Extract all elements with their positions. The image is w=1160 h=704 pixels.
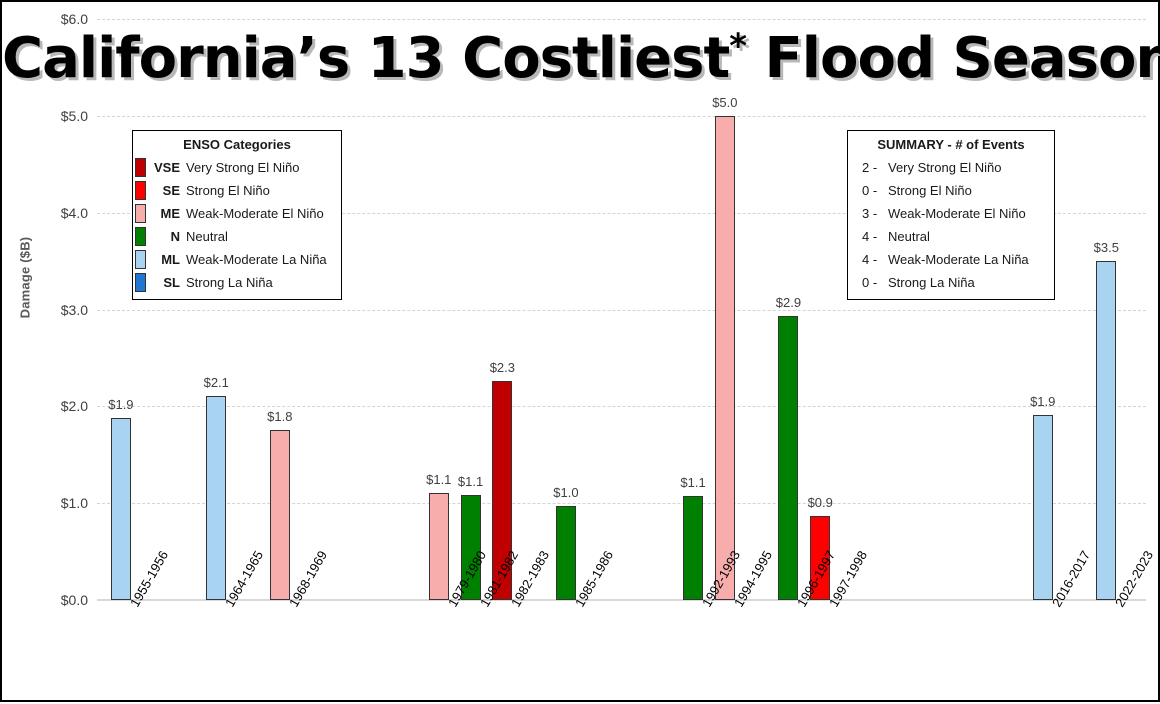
bar-value-label: $2.9 xyxy=(775,295,802,311)
summary-item: 3 - Weak-Moderate El Niño xyxy=(848,202,1054,225)
bar-value-label: $0.9 xyxy=(807,494,833,510)
legend-item-label: Very Strong El Niño xyxy=(186,160,300,175)
legend-color-swatch xyxy=(135,158,146,177)
summary-item-count: 4 - xyxy=(862,229,878,244)
legend-title: ENSO Categories xyxy=(183,137,291,152)
page-title: California’s 13 Costliest* Flood Seasons xyxy=(2,26,1160,91)
legend-color-swatch xyxy=(135,204,146,223)
bar-value-label: $1.0 xyxy=(553,485,579,501)
summary-item-count: 3 - xyxy=(862,206,878,221)
summary-item: 2 - Very Strong El Niño xyxy=(848,156,1054,179)
legend-color-swatch xyxy=(135,250,146,269)
legend-item: VSE Very Strong El Niño xyxy=(133,156,341,179)
legend-item-code: VSE xyxy=(153,160,180,175)
bar[interactable] xyxy=(683,496,704,600)
bar[interactable] xyxy=(1032,415,1053,600)
legend-item: ME Weak-Moderate El Niño xyxy=(133,202,341,225)
axis-baseline xyxy=(97,599,1146,601)
summary-rows: 2 - Very Strong El Niño 0 - Strong El Niño 3… xyxy=(848,156,1054,294)
summary-item-label: Neutral xyxy=(888,229,930,244)
bar[interactable] xyxy=(714,115,735,600)
title-main: California’s 13 Costliest xyxy=(2,26,730,91)
bar[interactable] xyxy=(778,316,799,600)
legend-item-code: ME xyxy=(160,206,181,221)
gridline xyxy=(97,503,1146,505)
y-tick-label: $0.0 xyxy=(60,592,88,608)
bar-value-label: $1.9 xyxy=(108,396,134,412)
chart-frame: California’s 13 Costliest* Flood Seasons… xyxy=(0,0,1160,702)
legend-item-label: Neutral xyxy=(186,229,228,244)
bar[interactable] xyxy=(555,506,576,600)
summary-item: 0 - Strong La Niña xyxy=(848,271,1054,294)
legend-item-code: ML xyxy=(161,252,180,267)
title-tail: Flood Seasons xyxy=(764,26,1160,91)
summary-item-label: Weak-Moderate La Niña xyxy=(888,252,1029,267)
bar-value-label: $1.8 xyxy=(267,408,293,424)
y-tick-label: $5.0 xyxy=(60,107,88,124)
y-axis-ticks: $0.0 $1.0 $2.0 $3.0 $4.0 $5.0 $6.0 xyxy=(32,2,88,704)
bar[interactable] xyxy=(428,492,449,600)
bar-value-label: $2.1 xyxy=(203,374,229,390)
legend-item-code: N xyxy=(170,229,180,244)
plot-area: $1.9 $2.1 $1.8 $1.1 $1.1 $2.3 $1.0 $1.1 $5.0 $2.9… xyxy=(97,19,1146,601)
legend-item-label: Strong La Niña xyxy=(186,275,273,290)
bar-value-label: $1.1 xyxy=(680,475,706,491)
bar-value-label: $1.1 xyxy=(426,471,452,487)
summary-item: 4 - Neutral xyxy=(848,225,1054,248)
bar-value-label: $3.5 xyxy=(1093,240,1119,256)
y-axis-title: Damage ($B) xyxy=(17,236,33,319)
enso-legend: ENSO Categories VSE Very Strong El Niño SE… xyxy=(132,130,342,300)
gridline xyxy=(97,309,1146,311)
gridline xyxy=(97,19,1146,20)
bar-value-label: $1.9 xyxy=(1030,394,1056,410)
y-tick-label: $4.0 xyxy=(60,204,88,221)
summary-item-label: Strong La Niña xyxy=(888,275,975,290)
y-tick-label: $6.0 xyxy=(60,11,88,27)
legend-item-code: SL xyxy=(163,275,180,290)
summary-item-count: 0 - xyxy=(862,183,878,198)
gridline xyxy=(97,115,1146,117)
legend-item-code: SE xyxy=(162,183,180,198)
y-tick-label: $2.0 xyxy=(60,398,88,415)
legend-item-label: Strong El Niño xyxy=(186,183,270,198)
x-axis-labels: 1955-1956 1964-1965 1968-1969 1979-1980 1981… xyxy=(97,548,1156,702)
bar[interactable] xyxy=(1096,261,1117,600)
legend-item: N Neutral xyxy=(133,225,341,248)
summary-item-label: Weak-Moderate El Niño xyxy=(888,206,1026,221)
y-tick-label: $1.0 xyxy=(60,495,88,512)
bar[interactable] xyxy=(110,417,131,600)
title-asterisk: * xyxy=(729,26,747,67)
summary-title: SUMMARY - # of Events xyxy=(877,137,1025,152)
y-tick-label: $3.0 xyxy=(60,301,88,318)
legend-rows: VSE Very Strong El Niño SE Strong El Niño ME… xyxy=(133,156,341,294)
summary-box: SUMMARY - # of Events 2 - Very Strong El … xyxy=(847,130,1055,300)
legend-item: SE Strong El Niño xyxy=(133,179,341,202)
summary-item-count: 4 - xyxy=(862,252,878,267)
bar-value-label: $2.3 xyxy=(489,360,515,376)
legend-color-swatch xyxy=(135,181,146,200)
bar[interactable] xyxy=(269,429,290,600)
legend-item: SL Strong La Niña xyxy=(133,271,341,294)
bar[interactable] xyxy=(206,395,227,600)
summary-item-count: 0 - xyxy=(862,275,878,290)
summary-item: 4 - Weak-Moderate La Niña xyxy=(848,248,1054,271)
legend-color-swatch xyxy=(135,227,146,246)
legend-item: ML Weak-Moderate La Niña xyxy=(133,248,341,271)
legend-item-label: Weak-Moderate La Niña xyxy=(186,252,327,267)
legend-color-swatch xyxy=(135,273,146,292)
legend-item-label: Weak-Moderate El Niño xyxy=(186,206,324,221)
summary-item: 0 - Strong El Niño xyxy=(848,179,1054,202)
bar-value-label: $1.1 xyxy=(457,474,484,490)
gridline xyxy=(97,406,1146,408)
summary-item-label: Strong El Niño xyxy=(888,183,972,198)
summary-item-count: 2 - xyxy=(862,160,878,175)
summary-item-label: Very Strong El Niño xyxy=(888,160,1002,175)
bar-value-label: $5.0 xyxy=(712,94,738,110)
